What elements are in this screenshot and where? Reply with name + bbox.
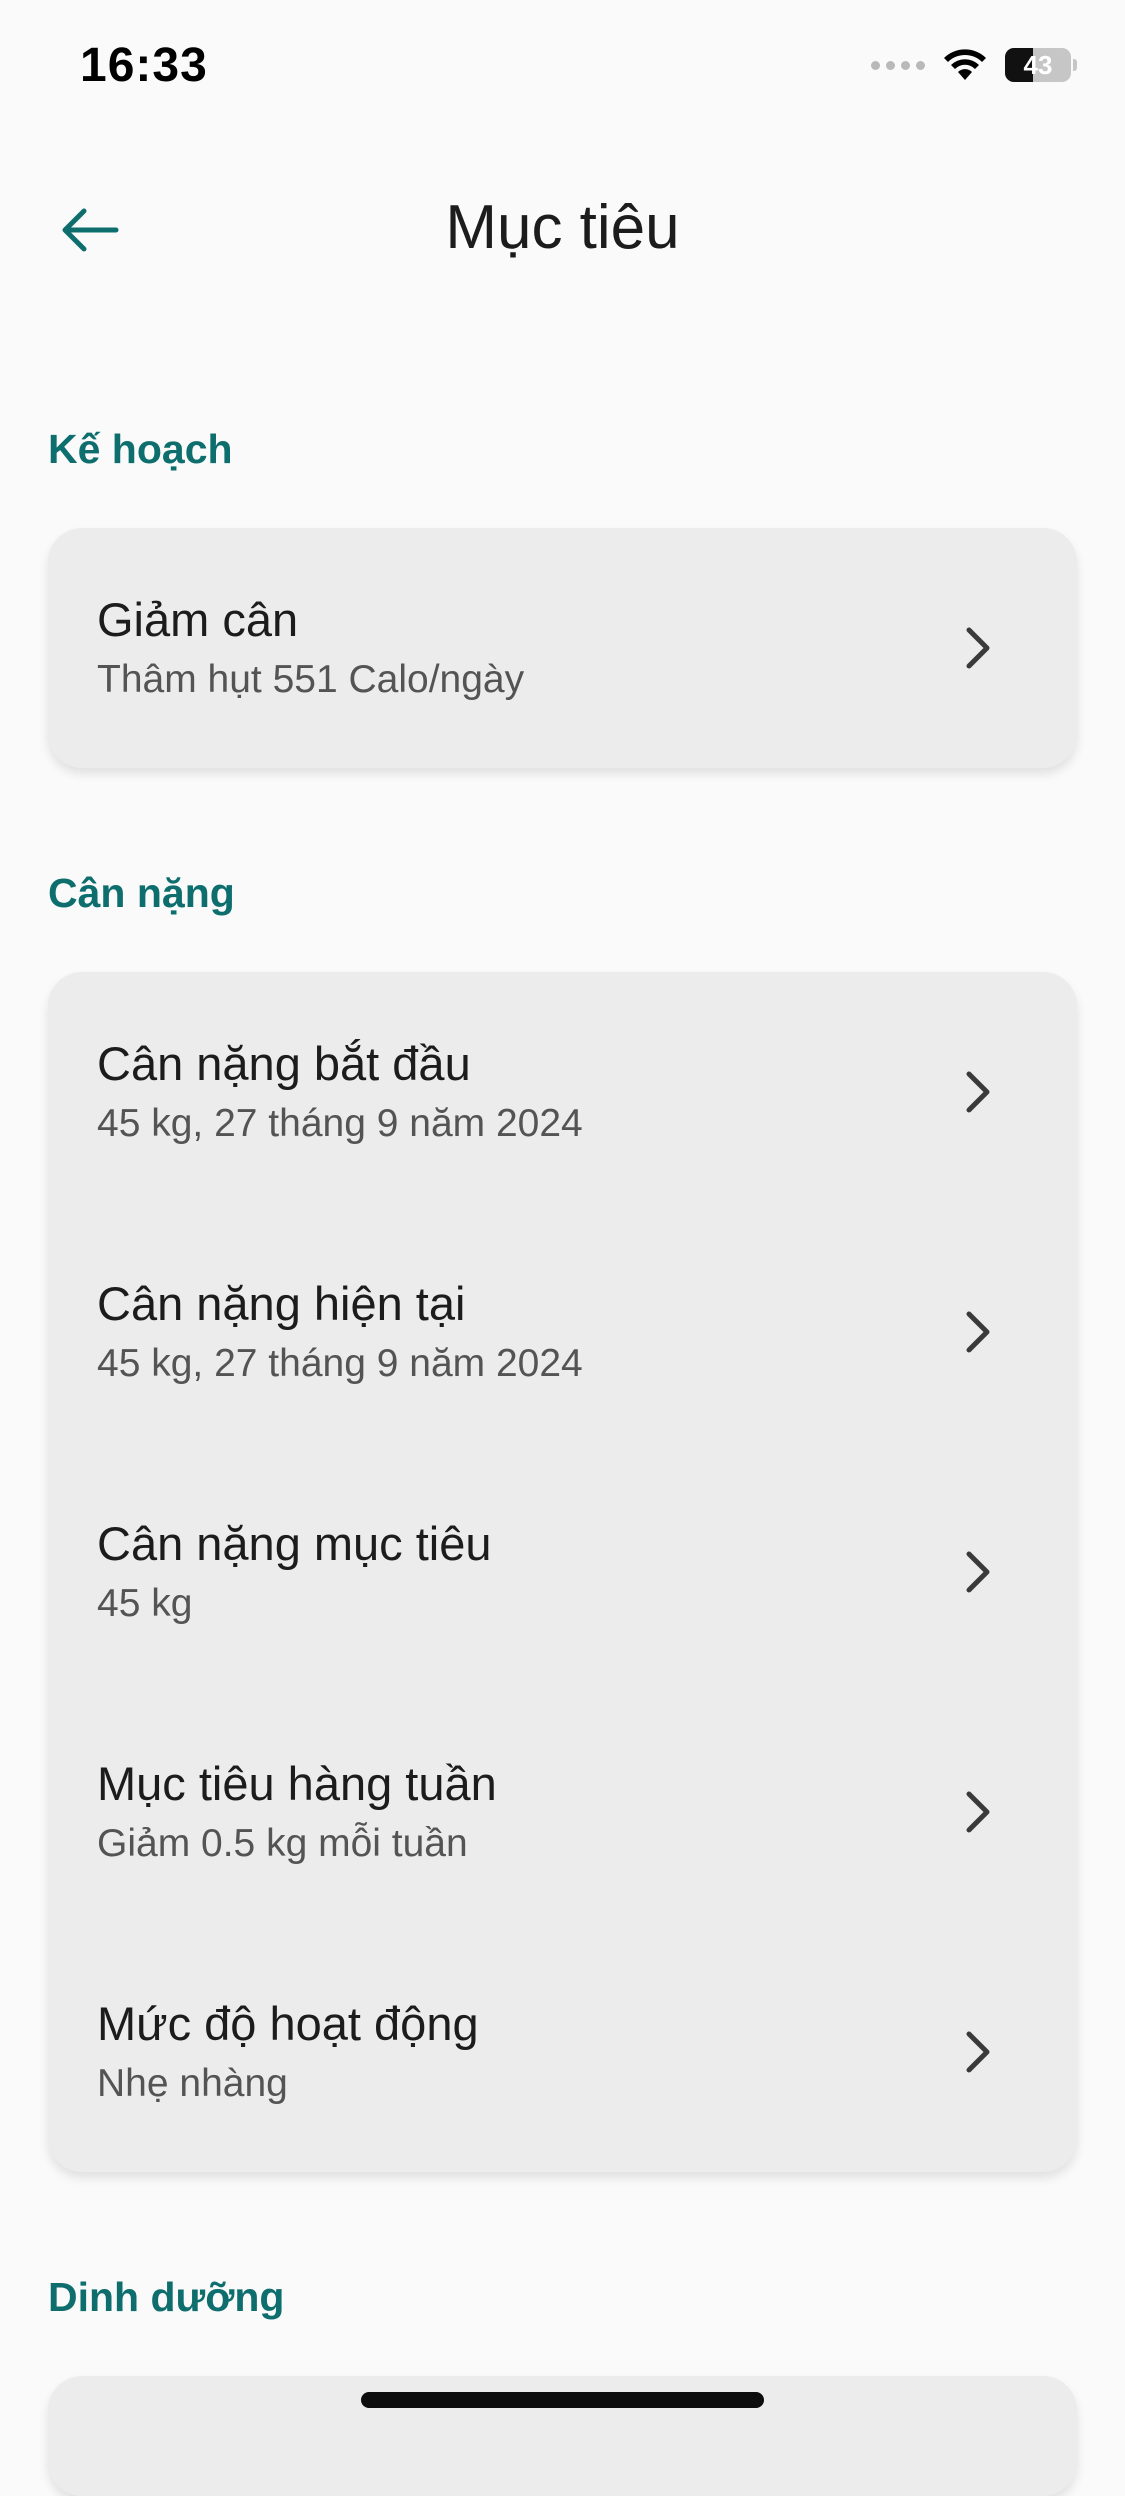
home-indicator[interactable] (361, 2392, 764, 2408)
status-time: 16:33 (80, 39, 208, 92)
weight-row-weekly-goal[interactable]: Mục tiêu hàng tuần Giảm 0.5 kg mỗi tuần (48, 1692, 1077, 1932)
weight-card: Cân nặng bắt đầu 45 kg, 27 tháng 9 năm 2… (48, 972, 1077, 2172)
row-title: Cân nặng mục tiêu (97, 1517, 492, 1570)
row-title: Cân nặng hiện tại (97, 1277, 466, 1330)
chevron-right-icon (966, 1071, 990, 1113)
weight-row-activity-level[interactable]: Mức độ hoạt động Nhẹ nhàng (48, 1932, 1077, 2172)
cellular-signal-icon (871, 60, 925, 70)
chevron-right-icon (966, 627, 990, 669)
row-subtitle: 45 kg (97, 1582, 193, 1625)
battery-nub (1073, 59, 1077, 71)
chevron-right-icon (966, 1551, 990, 1593)
weight-row-current[interactable]: Cân nặng hiện tại 45 kg, 27 tháng 9 năm … (48, 1212, 1077, 1452)
section-label-nutrition: Dinh dưỡng (48, 2274, 285, 2320)
battery-icon: 43 (1005, 48, 1077, 82)
battery-indicator: 43 (1005, 48, 1071, 82)
row-subtitle: 45 kg, 27 tháng 9 năm 2024 (97, 1102, 583, 1145)
row-subtitle: Giảm 0.5 kg mỗi tuần (97, 1822, 468, 1865)
row-title: Mục tiêu hàng tuần (97, 1757, 497, 1810)
row-subtitle: Thâm hụt 551 Calo/ngày (97, 658, 525, 701)
section-label-weight: Cân nặng (48, 870, 235, 916)
chevron-right-icon (966, 2031, 990, 2073)
plan-card: Giảm cân Thâm hụt 551 Calo/ngày (48, 528, 1077, 768)
row-title: Cân nặng bắt đầu (97, 1037, 471, 1090)
wifi-icon (944, 49, 986, 80)
row-title: Mức độ hoạt động (97, 1997, 479, 2050)
row-subtitle: 45 kg, 27 tháng 9 năm 2024 (97, 1342, 583, 1385)
page-title: Mục tiêu (445, 193, 680, 262)
header: Mục tiêu (0, 170, 1125, 290)
battery-level: 43 (1023, 50, 1053, 80)
plan-row-weight-loss[interactable]: Giảm cân Thâm hụt 551 Calo/ngày (48, 528, 1077, 768)
status-bar: 16:33 43 (0, 0, 1125, 140)
status-icons: 43 (871, 48, 1077, 82)
chevron-right-icon (966, 1311, 990, 1353)
section-label-plan: Kế hoạch (48, 426, 233, 472)
chevron-right-icon (966, 1791, 990, 1833)
row-title: Giảm cân (97, 593, 299, 646)
row-subtitle: Nhẹ nhàng (97, 2062, 288, 2105)
weight-row-goal[interactable]: Cân nặng mục tiêu 45 kg (48, 1452, 1077, 1692)
weight-row-start[interactable]: Cân nặng bắt đầu 45 kg, 27 tháng 9 năm 2… (48, 972, 1077, 1212)
